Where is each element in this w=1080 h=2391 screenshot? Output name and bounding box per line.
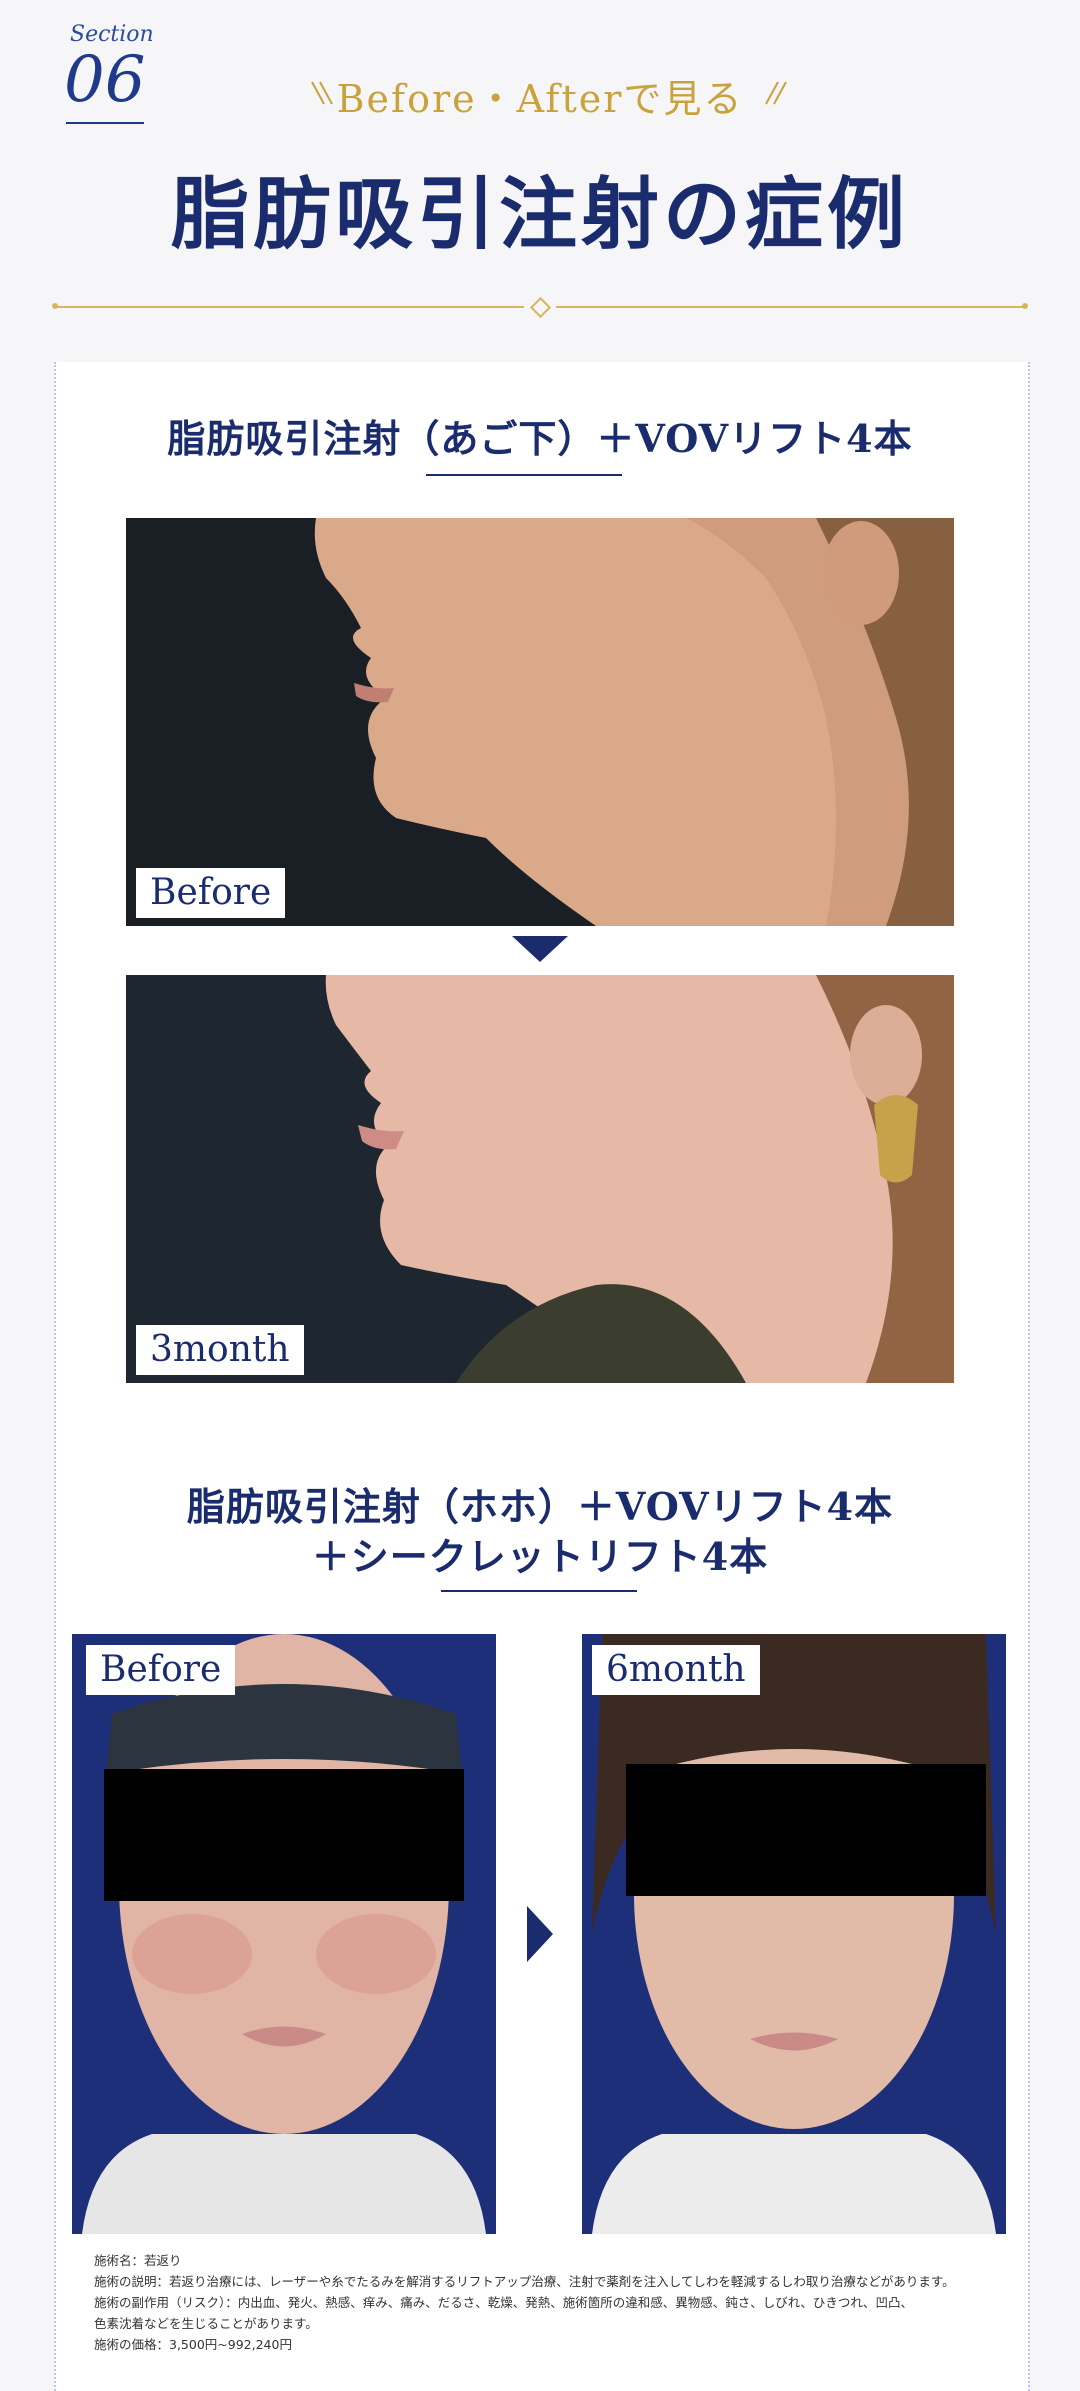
case2-title-line2: ＋シークレットリフト4本: [311, 1534, 769, 1579]
triangle-down-icon: [512, 936, 568, 962]
eyebrow-decoration-right-icon: [760, 78, 790, 112]
disclaimer-line: 施術の説明：若返り治療には、レーザーや糸でたるみを解消するリフトアップ治療、注射…: [94, 2274, 955, 2289]
case1-after-tag: 3month: [136, 1325, 304, 1375]
divider-line-right: [556, 306, 1024, 308]
treatment-disclaimer: 施術名：若返り 施術の説明：若返り治療には、レーザーや糸でたるみを解消するリフト…: [94, 2250, 1014, 2355]
case2-after-tag: 6month: [592, 1645, 760, 1695]
case1-before-photo: [126, 518, 954, 926]
case2-after-photo: [582, 1634, 1006, 2234]
page-title: 脂肪吸引注射の症例: [170, 169, 909, 260]
case2-before-photo: [72, 1634, 496, 2234]
case2-title-line1: 脂肪吸引注射（ホホ）＋VOVリフト4本: [186, 1484, 894, 1529]
case1-after-photo: [126, 975, 954, 1383]
divider-line-left: [56, 306, 524, 308]
case1-before-tag: Before: [136, 868, 286, 918]
case1-title: 脂肪吸引注射（あご下）＋VOVリフト4本: [167, 416, 913, 461]
case2-title-underline: [441, 1590, 637, 1592]
disclaimer-line: 施術名：若返り: [94, 2253, 182, 2268]
case2-before-tag: Before: [86, 1645, 236, 1695]
disclaimer-line: 色素沈着などを生じることがあります。: [94, 2316, 318, 2331]
divider-dot-right: [1022, 303, 1028, 309]
triangle-right-icon: [527, 1906, 553, 1962]
disclaimer-line: 施術の副作用（リスク）：内出血、発火、熱感、痒み、痛み、だるさ、乾燥、発熱、施術…: [94, 2295, 914, 2310]
case1-title-underline: [426, 474, 622, 476]
disclaimer-line: 施術の価格：3,500円~992,240円: [94, 2337, 292, 2352]
eyebrow-heading: Before・Afterで見る: [336, 77, 744, 121]
divider-diamond-icon: [529, 296, 552, 319]
